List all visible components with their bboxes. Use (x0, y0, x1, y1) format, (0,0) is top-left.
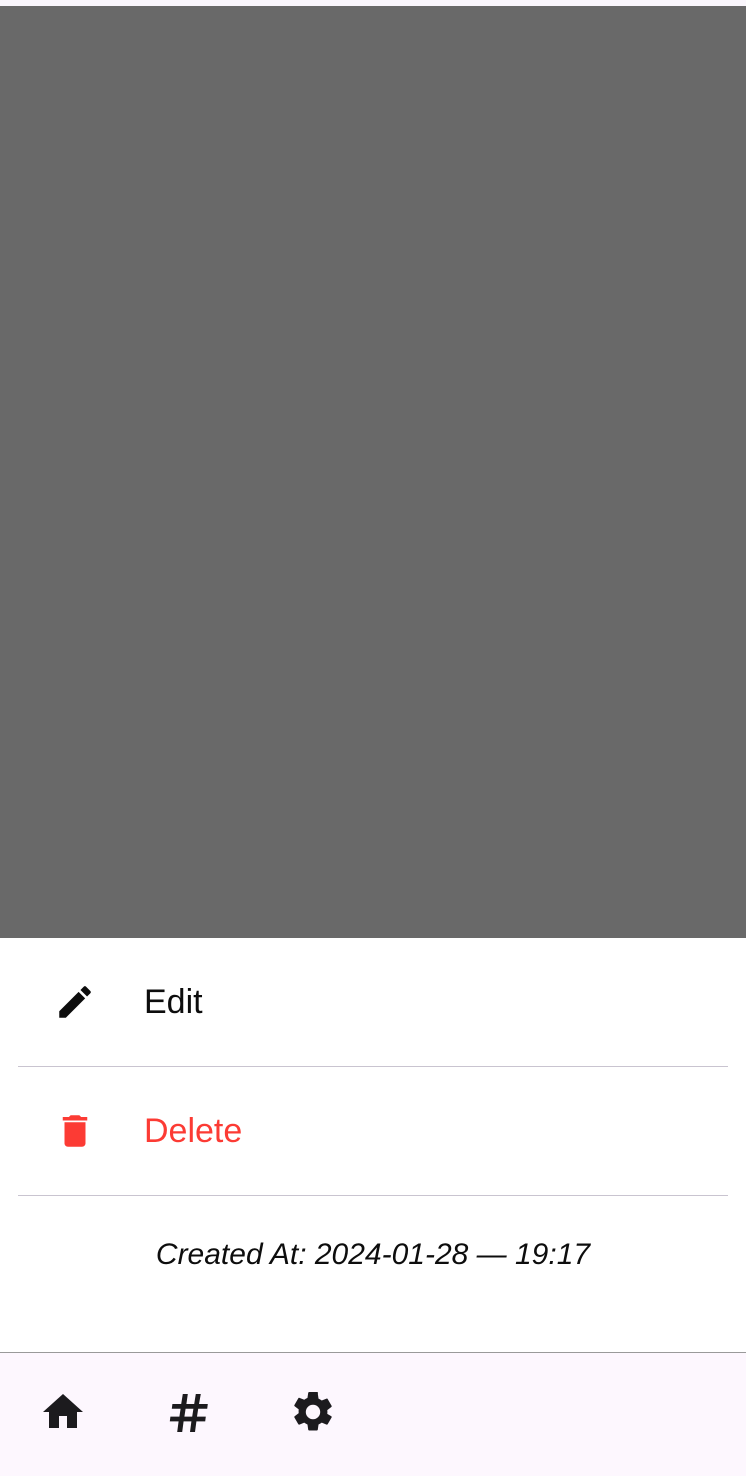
created-at-text: Created At: 2024-01-28 — 19:17 (155, 1238, 591, 1271)
nav-item-home[interactable] (0, 1388, 125, 1441)
edit-menu-item[interactable]: Edit (0, 938, 746, 1066)
notes-column-right: Application ideas All my next and future… (382, 134, 740, 938)
note-title: Music (414, 435, 511, 476)
search-icon[interactable] (676, 42, 724, 90)
note-title: Shopping list (414, 669, 626, 710)
nav-item-settings[interactable] (250, 1388, 375, 1441)
shopping-cart-icon (694, 600, 740, 646)
note-actions-bottom-sheet: Edit Delete Created At: 2024-01-28 — 19:… (0, 938, 746, 1352)
trash-icon (52, 1108, 98, 1154)
nav-item-tags[interactable] (125, 1388, 250, 1441)
note-card-bug-list[interactable]: Bug list All actual bug of the applicati… (24, 124, 364, 320)
hamburger-menu-icon[interactable] (34, 50, 76, 80)
note-description: All actual bug of the application (56, 226, 267, 285)
hashtag-icon (164, 1388, 212, 1441)
note-title: Application ideas (414, 165, 694, 206)
note-title: Bug list (56, 155, 178, 196)
note-card-france[interactable]: France The places i would like to visit … (24, 470, 382, 684)
delete-menu-item[interactable]: Delete (0, 1067, 746, 1195)
note-card-application-ideas[interactable]: Application ideas All my next and future… (382, 134, 722, 386)
note-card-music[interactable]: Music Music i need to listen to later (382, 404, 722, 604)
bottom-navigation-bar (0, 1352, 746, 1476)
note-title: Math (56, 381, 139, 422)
delete-label: Delete (144, 1111, 243, 1150)
gear-icon (289, 1388, 337, 1441)
note-title: France (56, 523, 172, 564)
pencil-icon (52, 979, 98, 1025)
home-icon (39, 1388, 87, 1441)
edit-label: Edit (144, 982, 203, 1021)
note-description: Music i need to listen to later (414, 506, 665, 565)
page-title: Notes (141, 40, 262, 92)
airplane-icon (336, 470, 382, 516)
note-card-shopping-list[interactable]: Shopping list (382, 600, 740, 764)
notes-grid: Bug list All actual bug of the applicati… (0, 124, 746, 938)
notes-app-screen: Notes Bug list All actual bug of the app… (0, 0, 746, 1476)
graduation-cap-icon (336, 316, 382, 362)
app-bar: Notes (0, 6, 746, 124)
notes-column-left: Bug list All actual bug of the applicati… (24, 124, 382, 938)
note-card-math[interactable]: Math (24, 316, 382, 474)
note-description: The places i would like to visit in Fran… (56, 594, 325, 653)
notes-list-layer: Notes Bug list All actual bug of the app… (0, 6, 746, 938)
note-description: All my next and future application ideas (414, 236, 647, 295)
